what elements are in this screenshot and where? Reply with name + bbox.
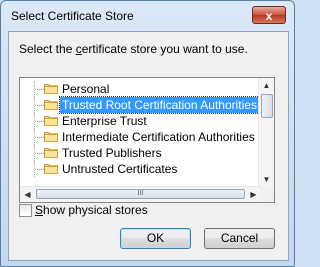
tree-item[interactable]: Personal <box>20 81 261 97</box>
tree-item-label: Intermediate Certification Authorities <box>62 130 255 144</box>
tree-item-label: Trusted Publishers <box>62 146 162 160</box>
folder-icon <box>44 147 58 158</box>
certificate-store-tree[interactable]: Personal Trusted Root Certification Autho… <box>19 77 275 203</box>
tree-item-label: Personal <box>62 82 110 96</box>
folder-icon <box>44 115 58 126</box>
tree-connector <box>35 153 44 154</box>
select-certificate-store-dialog: Select Certificate Store x Select the ce… <box>0 0 295 267</box>
window-title: Select Certificate Store <box>11 9 134 23</box>
show-physical-stores-checkbox[interactable] <box>19 204 32 217</box>
tree-item[interactable]: Enterprise Trust <box>20 113 261 129</box>
vertical-scroll-thumb[interactable] <box>261 94 273 118</box>
close-button[interactable]: x <box>252 6 286 24</box>
tree-connector <box>35 89 44 90</box>
tree-connector <box>35 169 44 170</box>
tree-item[interactable]: Trusted Publishers <box>20 145 261 161</box>
title-bar: Select Certificate Store x <box>1 1 294 31</box>
tree-item-label: Enterprise Trust <box>62 114 147 128</box>
vertical-scrollbar[interactable]: ▲ ▼ <box>258 78 274 187</box>
dialog-body: Select the certificate store you want to… <box>8 31 289 261</box>
horizontal-scroll-thumb[interactable]: III <box>36 189 245 199</box>
scrollbar-corner <box>259 187 274 202</box>
folder-icon <box>44 163 58 174</box>
tree-connector <box>35 121 44 122</box>
tree-item[interactable]: Untrusted Certificates <box>20 161 261 177</box>
tree-connector <box>35 137 44 138</box>
tree-item[interactable]: Trusted Root Certification Authorities <box>20 96 261 114</box>
scroll-up-icon[interactable]: ▲ <box>259 78 274 93</box>
tree-item-label: Untrusted Certificates <box>62 162 178 176</box>
instruction-text: Select the certificate store you want to… <box>19 42 248 56</box>
horizontal-scrollbar[interactable]: ◀ III ▶ <box>20 186 261 202</box>
scroll-left-icon[interactable]: ◀ <box>20 187 35 202</box>
tree-rows: Personal Trusted Root Certification Autho… <box>20 78 261 187</box>
close-icon: x <box>265 9 273 23</box>
cancel-button[interactable]: Cancel <box>204 228 275 249</box>
scroll-down-icon[interactable]: ▼ <box>259 172 274 187</box>
tree-item-label: Trusted Root Certification Authorities <box>59 96 260 114</box>
tree-item[interactable]: Intermediate Certification Authorities <box>20 129 261 145</box>
ok-button[interactable]: OK <box>120 228 191 249</box>
folder-icon <box>44 99 58 110</box>
folder-icon <box>44 83 58 94</box>
folder-icon <box>44 131 58 142</box>
tree-connector <box>35 105 44 106</box>
show-physical-stores-label: Show physical stores <box>35 203 148 217</box>
